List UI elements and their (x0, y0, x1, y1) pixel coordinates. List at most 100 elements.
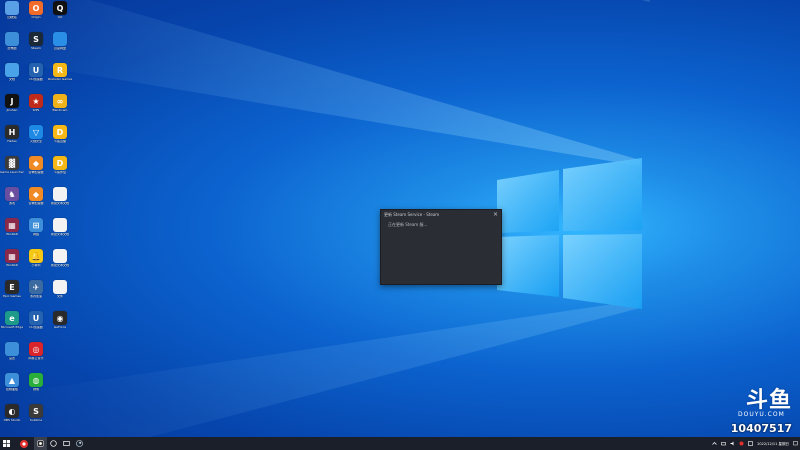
desktop-icon[interactable]: D 斗鱼伴侣 (48, 156, 72, 186)
desktop-icon-label: 新建文本文档 (50, 264, 69, 267)
desktop-icon[interactable]: S Steam (24, 32, 48, 62)
desktop-icon[interactable]: 文档 (0, 63, 24, 93)
ime-icon[interactable] (748, 441, 754, 446)
game-boost-icon: ✈ (29, 280, 43, 294)
app-tray-icon[interactable] (739, 441, 744, 446)
desktop-icon[interactable]: Q QQ (48, 1, 72, 31)
taskbar-search[interactable] (47, 437, 60, 450)
network-tray-icon[interactable] (721, 441, 727, 446)
network-icon: ⊞ (29, 218, 43, 232)
desktop-icon[interactable]: ▦ WinRAR (0, 218, 24, 248)
qq-icon: Q (53, 1, 67, 15)
desktop-icon[interactable]: ⊞ 网络 (24, 218, 48, 248)
desktop-icon[interactable]: ▲ 控制面板 (0, 373, 24, 403)
desktop-icon[interactable]: ◎ 网易云音乐 (24, 342, 48, 372)
uu-2-icon: U (29, 311, 43, 325)
game-launcher-icon: ▓ (5, 156, 19, 170)
room-id: 10407517 (730, 422, 792, 435)
desktop-icon[interactable]: ✈ 游戏加速 (24, 280, 48, 310)
desktop-icon-label: 网络 (32, 233, 39, 236)
dialog-titlebar[interactable]: 更新 Steam Service - Steam × (381, 210, 501, 219)
wps-icon: ★ (29, 94, 43, 108)
desktop-icon[interactable]: U UU加速器 (24, 63, 48, 93)
this-pc-icon (5, 32, 19, 46)
desktop-icon[interactable]: ◍ 微信 (24, 373, 48, 403)
desktop-icon-label: Game Launcher (0, 171, 24, 174)
desktop-icon[interactable]: E Epic Games (0, 280, 24, 310)
desktop-icon[interactable]: 新建文本文档 (48, 187, 72, 217)
baidu-netdisk-icon (53, 32, 67, 46)
desktop-icon-label: Sublime (29, 419, 43, 422)
clock[interactable]: 2022/12/11 星期日 (757, 442, 789, 446)
desktop-icon-label: Rockstar Games (48, 78, 72, 81)
control-panel-icon: ▲ (5, 373, 19, 387)
winrar-icon: ▦ (5, 218, 19, 232)
taskbar: 2022/12/11 星期日 (0, 437, 800, 450)
desktop-icon[interactable]: ◉ GeForce (48, 311, 72, 341)
jinshan-icon: J (5, 94, 19, 108)
desktop-icon-label: 网易云音乐 (28, 357, 44, 360)
desktop-icon[interactable]: ◆ 雷神加速器 (24, 156, 48, 186)
douyu-domain: DOUYU.COM (737, 411, 785, 418)
desktop-icon[interactable]: ★ WPS (24, 94, 48, 124)
desktop-icon[interactable]: 回收站 (0, 1, 24, 31)
taskbar-widget[interactable] (60, 437, 73, 450)
record-icon (19, 439, 28, 448)
winrar-2-icon: ▦ (5, 249, 19, 263)
desktop-icon[interactable]: 文件 (48, 280, 72, 310)
notification-icon[interactable] (793, 441, 798, 446)
desktop-icon[interactable]: 此电脑 (0, 32, 24, 62)
desktop-icon[interactable]: ▓ Game Launcher (0, 156, 24, 186)
game-icon: ♞ (5, 187, 19, 201)
close-icon[interactable]: × (493, 211, 498, 218)
desktop-icon[interactable]: ◆ 雷神加速器 (24, 187, 48, 217)
desktop-icon[interactable]: O Origin (24, 1, 48, 31)
desktop-icon-label: Bandicam (52, 109, 68, 112)
dialog-title: 更新 Steam Service - Steam (384, 211, 440, 217)
desktop-icon-label: WPS (32, 109, 40, 112)
taskbar-douyu[interactable] (17, 437, 30, 450)
clock-date: 2022/12/11 星期日 (757, 441, 789, 446)
start-button[interactable] (0, 437, 13, 450)
desktop-icon[interactable]: 新建文本文档 (48, 218, 72, 248)
rockstar-icon: R (53, 63, 67, 77)
douyu-companion-icon: D (53, 156, 67, 170)
desktop-icon-label: 小黄鸭 (31, 264, 41, 267)
desktop-icon[interactable]: ▽ 火绒安全 (24, 125, 48, 155)
desktop-icon-label: Origin (31, 16, 41, 19)
desktop-icon[interactable]: J Jinshan (0, 94, 24, 124)
desktop-icon[interactable]: R Rockstar Games (48, 63, 72, 93)
desktop-icon[interactable]: 🔔 小黄鸭 (24, 249, 48, 279)
desktop-icon[interactable]: ▦ WinRAR (0, 249, 24, 279)
obs-icon: ◐ (5, 404, 19, 418)
desktop-icon-label: 雷神加速器 (28, 202, 44, 205)
taskbar-app[interactable] (34, 437, 47, 450)
desktop-icon[interactable]: ◐ OBS Studio (0, 404, 24, 434)
taskbar-steam[interactable] (73, 437, 86, 450)
desktop-icon-label: 游戏加速 (29, 295, 42, 298)
desktop-icon[interactable]: U UU加速器 (24, 311, 48, 341)
leishen-icon: ◆ (29, 156, 43, 170)
chevron-up-icon[interactable] (712, 441, 717, 446)
text-file-3-icon (53, 249, 67, 263)
desktop-icon[interactable]: ∞ Bandicam (48, 94, 72, 124)
desktop-icon[interactable]: 百度网盘 (48, 32, 72, 62)
desktop-icon[interactable]: e Microsoft Edge (0, 311, 24, 341)
desktop-icon-label: 游戏 (8, 202, 15, 205)
desktop-icon[interactable]: 设置 (0, 342, 24, 372)
app-icon (37, 440, 44, 447)
desktop-icon[interactable]: H Hades (0, 125, 24, 155)
desktop-icon-label: 控制面板 (5, 388, 18, 391)
steam-update-dialog[interactable]: 更新 Steam Service - Steam × 正在更新 Steam 服.… (380, 209, 502, 285)
desktop-icon[interactable]: 新建文本文档 (48, 249, 72, 279)
desktop-icon[interactable]: S Sublime (24, 404, 48, 434)
desktop: 回收站 O Origin Q QQ 此电脑 S Steam 百度网盘 文档 U UU加速器 R Rocks… (0, 0, 800, 437)
desktop-icon[interactable]: D 斗鱼直播 (48, 125, 72, 155)
recycle-bin-icon (5, 1, 19, 15)
desktop-icon-label: 文件 (56, 295, 63, 298)
douyu-app-icon: D (53, 125, 67, 139)
volume-icon[interactable] (730, 441, 735, 446)
desktop-icon[interactable]: ♞ 游戏 (0, 187, 24, 217)
desktop-icon-label: 斗鱼伴侣 (53, 171, 66, 174)
wechat-icon: ◍ (29, 373, 43, 387)
